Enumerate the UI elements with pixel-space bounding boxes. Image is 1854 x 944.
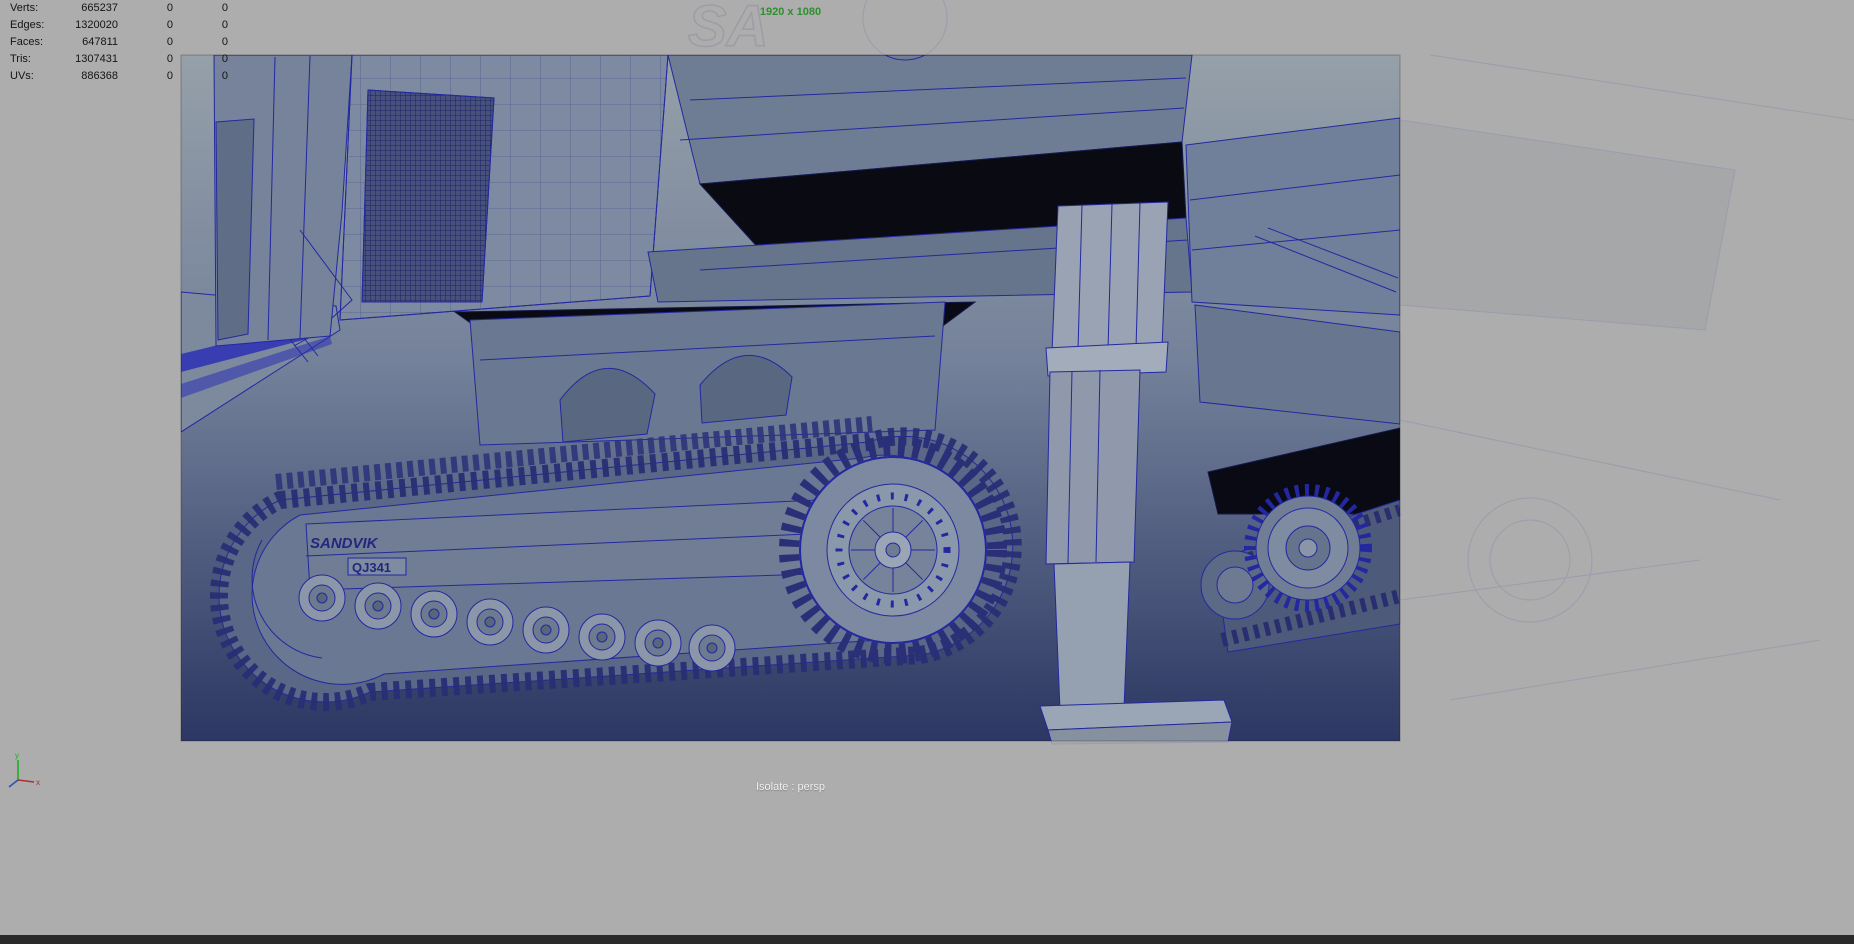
- polycount-row-uvs: UVs: 886368 0 0: [10, 68, 228, 85]
- polycount-row-faces: Faces: 647811 0 0: [10, 34, 228, 51]
- maya-viewport[interactable]: SANDVIK QJ341: [0, 0, 1854, 944]
- stat-total: 1307431: [75, 53, 118, 65]
- isolate-message: Isolate : persp: [755, 781, 826, 793]
- stat-total: 665237: [81, 2, 118, 14]
- stat-col2: 0: [166, 70, 173, 82]
- view-axis-gizmo: y x: [8, 751, 40, 788]
- stat-label: Faces:: [10, 36, 44, 48]
- stat-total: 1320020: [75, 19, 118, 31]
- polycount-row-tris: Tris: 1307431 0 0: [10, 51, 228, 68]
- stat-total: 886368: [81, 70, 118, 82]
- z-axis-line: [8, 779, 19, 788]
- stat-col2: 0: [166, 36, 173, 48]
- stat-label: Verts:: [10, 2, 39, 14]
- y-axis-label: y: [15, 751, 19, 760]
- stat-col2: 0: [166, 2, 173, 14]
- resolution-gate[interactable]: [181, 0, 1854, 744]
- x-axis-line: [17, 779, 35, 783]
- stat-col3: 0: [221, 70, 228, 82]
- stat-col3: 0: [221, 36, 228, 48]
- stat-label: UVs:: [10, 70, 34, 82]
- stat-col3: 0: [221, 53, 228, 65]
- stat-label: Tris:: [10, 53, 31, 65]
- viewport-canvas[interactable]: SANDVIK QJ341: [0, 0, 1854, 944]
- stat-col2: 0: [166, 19, 173, 31]
- stat-total: 647811: [82, 36, 118, 48]
- bottom-panel-edge: [0, 935, 1854, 944]
- resolution-gate-label: 1920 x 1080: [759, 6, 822, 18]
- x-axis-label: x: [36, 778, 40, 787]
- stat-col3: 0: [221, 19, 228, 31]
- polycount-row-edges: Edges: 1320020 0 0: [10, 17, 228, 34]
- stat-label: Edges:: [10, 19, 45, 31]
- stat-col2: 0: [166, 53, 173, 65]
